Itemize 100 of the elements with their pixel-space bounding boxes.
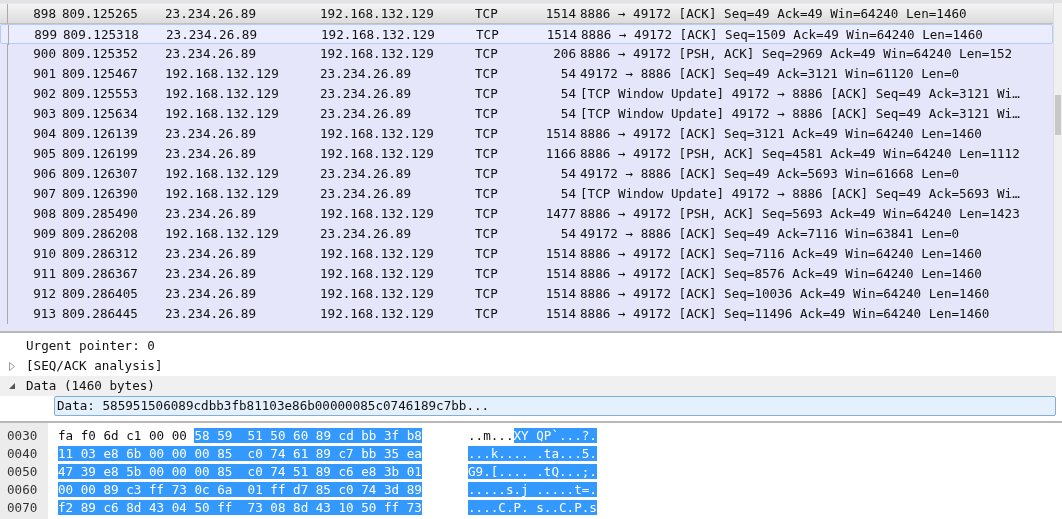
packet-row[interactable]: 899 809.125318 23.234.26.89 192.168.132.129 TCP 1514 8886 → 49172 [ACK] Seq=1509 Ack=49 Win=64240 Len=1460 — [0, 24, 1053, 44]
table-cell-text: 192.168.132.129 — [319, 265, 435, 283]
table-cell-text: 809.126307 — [61, 165, 139, 183]
table-cell-text: 1166 — [544, 145, 576, 163]
table-cell-text: 192.168.132.129 — [319, 145, 435, 163]
table-cell-text: 913 — [32, 305, 56, 323]
table-cell-text: 809.285490 — [61, 205, 139, 223]
table-cell-text: 54 — [559, 225, 576, 243]
table-cell-text: 1514 — [544, 5, 576, 23]
packet-row[interactable]: 902 809.125553 192.168.132.129 23.234.26.89 TCP 54 [TCP Window Update] 49172 → 8886 [ACK] Seq=49 Ack=3121 Wi… — [0, 84, 1053, 104]
table-cell-text: 23.234.26.89 — [164, 205, 257, 223]
offset-label: 0040 — [6, 445, 39, 463]
table-cell-text: 54 — [559, 85, 576, 103]
table-cell-text: 900 — [32, 45, 56, 63]
tree-item[interactable]: Data: 585951506089cdbb3fb81103e86b00000085c0746189c7bb... — [54, 396, 1056, 416]
packet-row[interactable]: 907 809.126390 192.168.132.129 23.234.26.89 TCP 54 [TCP Window Update] 49172 → 8886 [ACK] Seq=49 Ack=5693 Wi… — [0, 184, 1053, 204]
hex-bytes: f2 89 c6 8d 43 04 50 ff 73 08 8d 43 10 50 ff 73 — [58, 500, 422, 515]
table-cell-text: 23.234.26.89 — [164, 145, 257, 163]
table-cell-text: 809.286367 — [61, 265, 139, 283]
packet-row[interactable]: 911 809.286367 23.234.26.89 192.168.132.129 TCP 1514 8886 → 49172 [ACK] Seq=8576 Ack=49 Win=64240 Len=1460 — [0, 264, 1053, 284]
table-cell-text: 23.234.26.89 — [319, 105, 412, 123]
table-cell-text: 23.234.26.89 — [164, 45, 257, 63]
table-cell-text: 23.234.26.89 — [164, 245, 257, 263]
table-cell-text: 1514 — [544, 125, 576, 143]
packet-row[interactable]: 912 809.286405 23.234.26.89 192.168.132.129 TCP 1514 8886 → 49172 [ACK] Seq=10036 Ack=49 Win=64240 Len=1460 — [0, 284, 1053, 304]
table-cell-text: [TCP Window Update] 49172 → 8886 [ACK] Seq=49 Ack=3121 Wi… — [579, 85, 1021, 103]
packet-row[interactable]: 905 809.126199 23.234.26.89 192.168.132.129 TCP 1166 8886 → 49172 [PSH, ACK] Seq=4581 Ack=49 Win=64240 Len=1112 — [0, 144, 1053, 164]
table-cell-text: 8886 → 49172 [ACK] Seq=10036 Ack=49 Win=64240 Len=1460 — [579, 285, 991, 303]
ascii-text: .....s.j .....t=. — [468, 482, 597, 497]
table-cell-text: 903 — [32, 105, 56, 123]
table-cell-text: 192.168.132.129 — [319, 305, 435, 323]
table-cell-text: 809.125634 — [61, 105, 139, 123]
table-cell-text: 909 — [32, 225, 56, 243]
table-cell-text: 901 — [32, 65, 56, 83]
table-cell-text: 898 — [32, 5, 56, 23]
table-cell-text: 907 — [32, 185, 56, 203]
packet-row[interactable]: 903 809.125634 192.168.132.129 23.234.26.89 TCP 54 [TCP Window Update] 49172 → 8886 [ACK] Seq=49 Ack=3121 Wi… — [0, 104, 1053, 124]
table-cell-text: 8886 → 49172 [ACK] Seq=7116 Ack=49 Win=64240 Len=1460 — [579, 245, 983, 263]
table-cell-text: 1514 — [544, 245, 576, 263]
packet-row[interactable]: 900 809.125352 23.234.26.89 192.168.132.129 TCP 206 8886 → 49172 [PSH, ACK] Seq=2969 Ack=49 Win=64240 Len=152 — [0, 44, 1053, 64]
table-cell-text: 809.126390 — [61, 185, 139, 203]
table-cell-text: 192.168.132.129 — [319, 5, 435, 23]
table-cell-text: 899 — [33, 26, 57, 44]
table-cell-text: 206 — [552, 45, 576, 63]
tree-item[interactable]: [SEQ/ACK analysis] — [24, 356, 165, 376]
table-cell-text: 49172 → 8886 [ACK] Seq=49 Ack=7116 Win=63841 Len=0 — [579, 225, 961, 243]
table-cell-text: 192.168.132.129 — [319, 125, 435, 143]
table-cell-text: 192.168.132.129 — [319, 285, 435, 303]
table-cell-text: 54 — [559, 185, 576, 203]
table-cell-text: 192.168.132.129 — [164, 85, 280, 103]
hex-bytes: 00 00 89 c3 ff 73 0c 6a 01 ff d7 85 c0 74 3d 89 — [58, 482, 422, 497]
hex-bytes: fa f0 6d c1 00 00 — [58, 428, 188, 443]
table-cell-text: 809.125318 — [62, 26, 140, 44]
table-cell-text: 23.234.26.89 — [319, 185, 412, 203]
table-cell-text: 8886 → 49172 [PSH, ACK] Seq=4581 Ack=49 Win=64240 Len=1112 — [579, 145, 1021, 163]
table-cell-text: 809.125265 — [61, 5, 139, 23]
table-cell-text: 192.168.132.129 — [319, 45, 435, 63]
table-cell-text: 902 — [32, 85, 56, 103]
table-cell-text: 904 — [32, 125, 56, 143]
tree-item[interactable]: Data (1460 bytes) — [24, 376, 157, 396]
table-cell-text: 912 — [32, 285, 56, 303]
table-cell-text: 23.234.26.89 — [164, 125, 257, 143]
table-cell-text: 8886 → 49172 [ACK] Seq=8576 Ack=49 Win=64240 Len=1460 — [579, 265, 983, 283]
packet-row[interactable]: 906 809.126307 192.168.132.129 23.234.26.89 TCP 54 49172 → 8886 [ACK] Seq=49 Ack=5693 Win=61668 Len=0 — [0, 164, 1053, 184]
packet-row[interactable]: 901 809.125467 192.168.132.129 23.234.26.89 TCP 54 49172 → 8886 [ACK] Seq=49 Ack=3121 Win=61120 Len=0 — [0, 64, 1053, 84]
table-cell-text: TCP — [474, 285, 499, 303]
table-cell-text: 192.168.132.129 — [319, 245, 435, 263]
table-cell-text: 1514 — [545, 26, 577, 44]
table-cell-text: 54 — [559, 65, 576, 83]
table-cell-text: 906 — [32, 165, 56, 183]
table-cell-text: TCP — [474, 305, 499, 323]
table-cell-text: 809.125467 — [61, 65, 139, 83]
table-cell-text: TCP — [474, 205, 499, 223]
table-cell-text: 23.234.26.89 — [319, 85, 412, 103]
packet-row[interactable]: 913 809.286445 23.234.26.89 192.168.132.129 TCP 1514 8886 → 49172 [ACK] Seq=11496 Ack=49 Win=64240 Len=1460 — [0, 304, 1053, 324]
scrollbar[interactable] — [1053, 3, 1062, 331]
packet-row[interactable]: 904 809.126139 23.234.26.89 192.168.132.129 TCP 1514 8886 → 49172 [ACK] Seq=3121 Ack=49 Win=64240 Len=1460 — [0, 124, 1053, 144]
table-cell-text: 192.168.132.129 — [164, 225, 280, 243]
table-cell-text: 809.286405 — [61, 285, 139, 303]
offset-label: 0030 — [6, 427, 39, 445]
packet-row[interactable]: 909 809.286208 192.168.132.129 23.234.26.89 TCP 54 49172 → 8886 [ACK] Seq=49 Ack=7116 Win=63841 Len=0 — [0, 224, 1053, 244]
tree-item[interactable]: Urgent pointer: 0 — [24, 336, 157, 356]
packet-row[interactable]: 910 809.286312 23.234.26.89 192.168.132.129 TCP 1514 8886 → 49172 [ACK] Seq=7116 Ack=49 Win=64240 Len=1460 — [0, 244, 1053, 264]
table-cell-text: 192.168.132.129 — [320, 26, 436, 44]
table-cell-text: 809.125553 — [61, 85, 139, 103]
packet-row[interactable]: 908 809.285490 23.234.26.89 192.168.132.129 TCP 1477 8886 → 49172 [PSH, ACK] Seq=5693 Ack=49 Win=64240 Len=1423 — [0, 204, 1053, 224]
table-cell-text: 809.286312 — [61, 245, 139, 263]
table-cell-text: 23.234.26.89 — [319, 165, 412, 183]
hex-bytes: 47 39 e8 5b 00 00 00 85 c0 74 51 89 c6 e8 3b 01 — [58, 464, 422, 479]
table-cell-text: 23.234.26.89 — [164, 5, 257, 23]
table-cell-text: 192.168.132.129 — [164, 165, 280, 183]
table-cell-text: TCP — [474, 65, 499, 83]
table-cell-text: 23.234.26.89 — [164, 265, 257, 283]
packet-row[interactable]: 898 809.125265 23.234.26.89 192.168.132.129 TCP 1514 8886 → 49172 [ACK] Seq=49 Ack=49 Win=64240 Len=1460 — [0, 4, 1053, 24]
table-cell-text: 1514 — [544, 265, 576, 283]
table-cell-text: 905 — [32, 145, 56, 163]
table-cell-text: 8886 → 49172 [ACK] Seq=11496 Ack=49 Win=64240 Len=1460 — [579, 305, 991, 323]
table-cell-text: [TCP Window Update] 49172 → 8886 [ACK] Seq=49 Ack=3121 Wi… — [579, 105, 1021, 123]
table-cell-text: TCP — [474, 5, 499, 23]
table-cell-text: 809.286208 — [61, 225, 139, 243]
